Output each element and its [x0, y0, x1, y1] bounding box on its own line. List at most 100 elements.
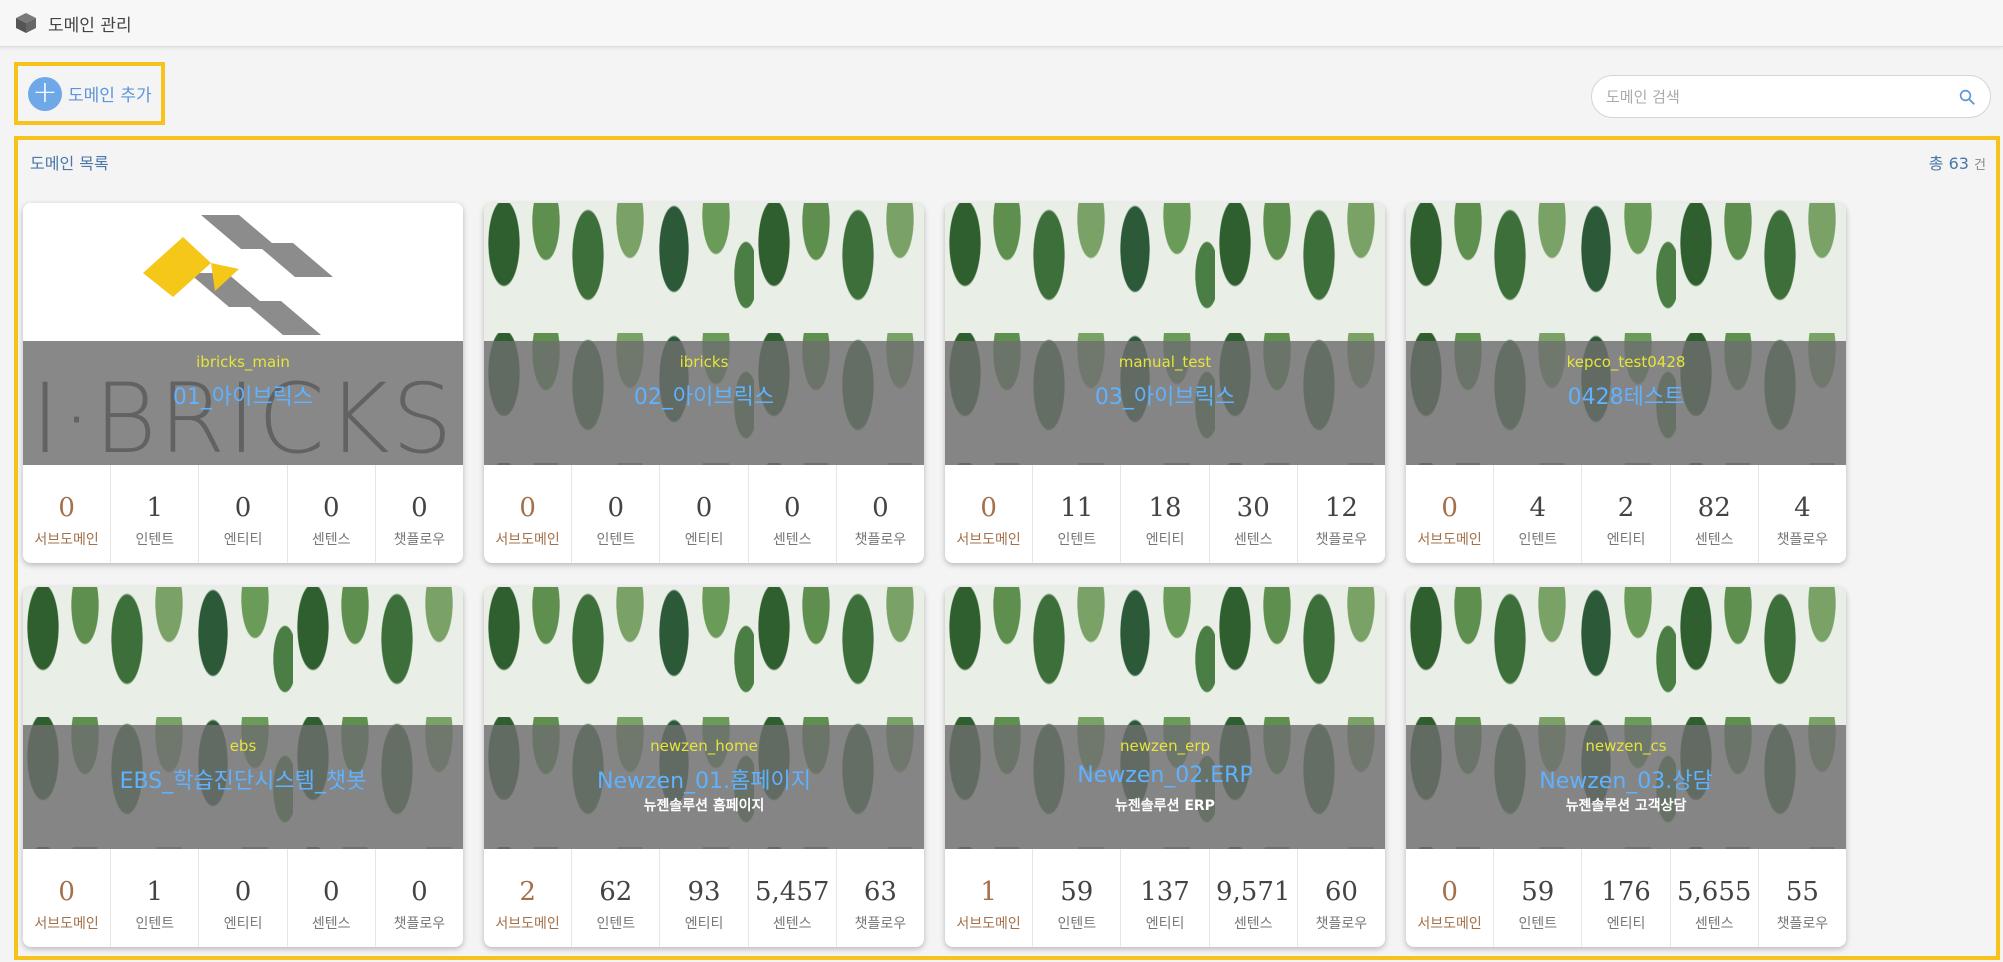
stat-label: 챗플로우	[1315, 532, 1368, 548]
stat-label: 서브도메인	[34, 916, 99, 932]
stat-chatflow[interactable]: 60 챗플로우	[1298, 849, 1385, 947]
domain-name[interactable]: 0428테스트	[1406, 379, 1846, 410]
search-box	[1591, 75, 1991, 118]
stat-entity[interactable]: 0 엔티티	[199, 849, 288, 947]
stat-label: 챗플로우	[854, 916, 907, 932]
domain-card[interactable]: manual_test 03_아이브릭스 0 서브도메인 11 인텐트 18 엔티티 30 센텐스…	[945, 203, 1385, 563]
stat-entity[interactable]: 0 엔티티	[660, 465, 749, 563]
stat-subdomain[interactable]: 0 서브도메인	[945, 465, 1034, 563]
stat-chatflow[interactable]: 55 챗플로우	[1759, 849, 1846, 947]
domain-card[interactable]: newzen_cs Newzen_03.상담 뉴젠솔루션 고객상담 0 서브도메인 59 인…	[1406, 587, 1846, 947]
stat-sentence[interactable]: 30 센텐스	[1210, 465, 1298, 563]
domain-id: newzen_cs	[1585, 737, 1667, 755]
stat-label: 서브도메인	[495, 916, 560, 932]
stat-value: 4	[1529, 493, 1547, 523]
domain-card[interactable]: kepco_test0428 0428테스트 0 서브도메인 4 인텐트 2 엔티티 82 센텐스…	[1406, 203, 1846, 563]
stat-label: 센텐스	[1233, 916, 1273, 932]
stat-value: 1	[146, 493, 164, 523]
stat-value: 62	[599, 877, 633, 907]
stat-value: 0	[322, 493, 340, 523]
stat-label: 인텐트	[596, 532, 636, 548]
stat-intent[interactable]: 1 인텐트	[111, 465, 200, 563]
domain-card[interactable]: ebs EBS_학습진단시스템_챗봇 0 서브도메인 1 인텐트 0 엔티티 0 센텐스 0 챗플로우	[23, 587, 463, 947]
domain-name[interactable]: 03_아이브릭스	[945, 379, 1385, 410]
domain-card[interactable]: I·BRICKSibricks_main01_아이브릭스0서브도메인1인텐트0엔…	[23, 203, 463, 563]
stat-subdomain[interactable]: 0 서브도메인	[23, 849, 112, 947]
stat-sentence[interactable]: 9,571 센텐스	[1210, 849, 1298, 947]
stat-value: 0	[695, 493, 713, 523]
stat-value: 4	[1794, 493, 1811, 523]
stat-label: 서브도메인	[34, 532, 99, 548]
stat-value: 0	[980, 493, 997, 523]
stat-sentence[interactable]: 0 센텐스	[288, 465, 376, 563]
domain-info-overlay: newzen_home Newzen_01.홈페이지 뉴젠솔루션 홈페이지	[484, 725, 924, 849]
domain-card[interactable]: ibricks 02_아이브릭스 0 서브도메인 0 인텐트 0 엔티티 0 센텐스 0 챗플로우	[484, 203, 924, 563]
stat-value: 9,571	[1215, 877, 1291, 907]
stat-entity[interactable]: 176 엔티티	[1582, 849, 1671, 947]
stat-chatflow[interactable]: 12 챗플로우	[1298, 465, 1385, 563]
stat-entity[interactable]: 2 엔티티	[1582, 465, 1671, 563]
domain-info-overlay: newzen_cs Newzen_03.상담 뉴젠솔루션 고객상담	[1406, 725, 1846, 849]
stat-value: 1	[980, 877, 997, 907]
stat-sentence[interactable]: 82 센텐스	[1671, 465, 1759, 563]
stat-chatflow[interactable]: 0 챗플로우	[376, 849, 463, 947]
stat-intent[interactable]: 4 인텐트	[1494, 465, 1583, 563]
stat-value: 0	[783, 493, 801, 523]
stat-intent[interactable]: 59 인텐트	[1494, 849, 1583, 947]
stat-label: 센텐스	[311, 532, 351, 548]
stat-value: 0	[58, 493, 75, 523]
domain-card[interactable]: newzen_erp Newzen_02.ERP 뉴젠솔루션 ERP 1 서브도메인 59…	[945, 587, 1385, 947]
stat-label: 엔티티	[223, 916, 263, 932]
stat-entity[interactable]: 0 엔티티	[199, 465, 288, 563]
stat-value: 0	[234, 877, 252, 907]
stat-label: 엔티티	[223, 532, 263, 548]
add-domain-button[interactable]: + 도메인 추가	[14, 62, 165, 125]
stat-label: 엔티티	[684, 532, 724, 548]
stat-label: 센텐스	[772, 532, 812, 548]
stat-intent[interactable]: 59 인텐트	[1033, 849, 1122, 947]
stat-sentence[interactable]: 0 센텐스	[749, 465, 837, 563]
stat-intent[interactable]: 62 인텐트	[572, 849, 661, 947]
stat-subdomain[interactable]: 1 서브도메인	[945, 849, 1034, 947]
stat-subdomain[interactable]: 0 서브도메인	[1406, 849, 1495, 947]
search-icon[interactable]	[1958, 88, 1976, 106]
stat-subdomain[interactable]: 0 서브도메인	[1406, 465, 1495, 563]
stat-label: 인텐트	[135, 532, 175, 548]
stat-entity[interactable]: 93 엔티티	[660, 849, 749, 947]
stat-entity[interactable]: 18 엔티티	[1121, 465, 1210, 563]
stat-label: 챗플로우	[393, 532, 446, 548]
stat-chatflow[interactable]: 0 챗플로우	[837, 465, 924, 563]
stat-label: 엔티티	[1145, 532, 1185, 548]
stat-subdomain[interactable]: 0 서브도메인	[23, 465, 112, 563]
stat-sentence[interactable]: 0 센텐스	[288, 849, 376, 947]
stat-label: 센텐스	[1233, 532, 1273, 548]
domain-name[interactable]: Newzen_03.상담	[1406, 763, 1846, 794]
domain-name[interactable]: EBS_학습진단시스템_챗봇	[23, 763, 463, 794]
stat-chatflow[interactable]: 0 챗플로우	[376, 465, 463, 563]
stat-chatflow[interactable]: 4 챗플로우	[1759, 465, 1846, 563]
stat-entity[interactable]: 137 엔티티	[1121, 849, 1210, 947]
domain-name[interactable]: 01_아이브릭스	[23, 379, 463, 410]
domain-id: newzen_erp	[1119, 737, 1211, 755]
stat-subdomain[interactable]: 0 서브도메인	[484, 465, 573, 563]
stat-subdomain[interactable]: 2 서브도메인	[484, 849, 573, 947]
stat-label: 인텐트	[596, 916, 636, 932]
stat-sentence[interactable]: 5,457 센텐스	[749, 849, 837, 947]
stat-value: 0	[411, 877, 428, 907]
domain-card[interactable]: newzen_home Newzen_01.홈페이지 뉴젠솔루션 홈페이지 2 서브도메…	[484, 587, 924, 947]
stat-label: 엔티티	[1145, 916, 1185, 932]
domain-name[interactable]: 02_아이브릭스	[484, 379, 924, 410]
search-input[interactable]	[1606, 87, 1958, 106]
domain-name[interactable]: Newzen_01.홈페이지	[484, 763, 924, 794]
stat-value: 2	[519, 877, 536, 907]
stat-intent[interactable]: 11 인텐트	[1033, 465, 1122, 563]
stat-label: 인텐트	[135, 916, 175, 932]
stat-intent[interactable]: 1 인텐트	[111, 849, 200, 947]
stat-intent[interactable]: 0 인텐트	[572, 465, 661, 563]
stat-value: 137	[1140, 877, 1190, 907]
stat-sentence[interactable]: 5,655 센텐스	[1671, 849, 1759, 947]
domain-name[interactable]: Newzen_02.ERP	[945, 763, 1385, 793]
total-number: 63	[1948, 154, 1969, 173]
stat-value: 12	[1324, 493, 1358, 523]
stat-chatflow[interactable]: 63 챗플로우	[837, 849, 924, 947]
